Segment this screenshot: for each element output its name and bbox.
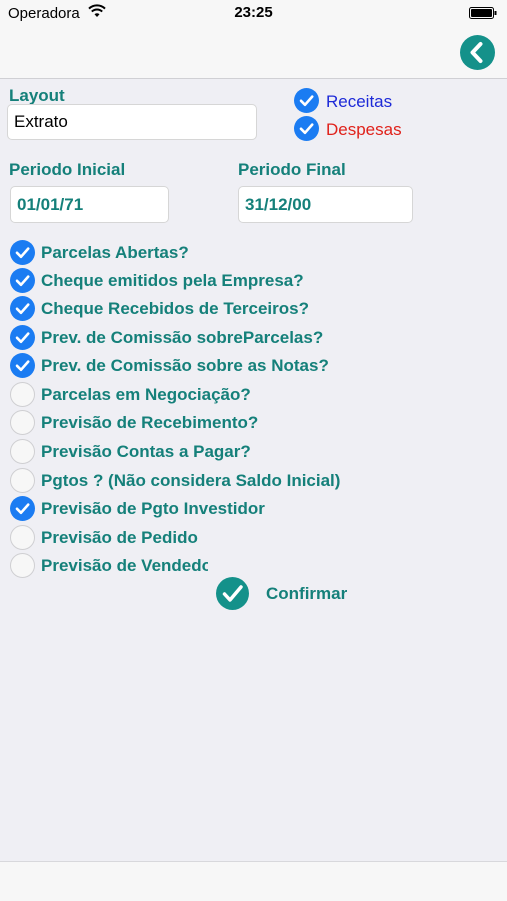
option-checkbox[interactable]: [10, 240, 35, 265]
checkmark-icon: [222, 585, 243, 602]
periodo-inicial-label: Periodo Inicial: [9, 160, 126, 179]
back-button[interactable]: [460, 35, 495, 70]
checkmark-icon: [299, 123, 314, 135]
chevron-left-icon: [470, 42, 483, 63]
checkmark-icon: [15, 247, 30, 259]
despesas-label: Despesas: [326, 120, 402, 139]
confirm-button[interactable]: Confirmar: [216, 577, 376, 610]
layout-field[interactable]: Extrato: [7, 104, 257, 140]
checkmark-icon: [15, 303, 30, 315]
layout-label: Layout: [9, 86, 65, 105]
checkmark-icon: [15, 332, 30, 344]
status-bar: Operadora 23:25: [0, 0, 507, 26]
option-label: Previsão de Vendedor: [41, 556, 208, 575]
option-label: Previsão de Pgto Investidor: [41, 499, 265, 518]
checkmark-icon: [15, 360, 30, 372]
option-label: Previsão Contas a Pagar?: [41, 442, 251, 461]
option-checkbox[interactable]: [10, 296, 35, 321]
option-checkbox[interactable]: [10, 525, 35, 550]
option-label: Cheque emitidos pela Empresa?: [41, 271, 304, 290]
option-label: Previsão de Recebimento?: [41, 413, 259, 432]
option-label: Cheque Recebidos de Terceiros?: [41, 299, 309, 318]
option-checkbox[interactable]: [10, 325, 35, 350]
checkmark-icon: [15, 275, 30, 287]
checkmark-icon: [299, 95, 314, 107]
confirm-label: Confirmar: [266, 584, 348, 603]
option-label: Prev. de Comissão sobre as Notas?: [41, 356, 329, 375]
periodo-inicial-field[interactable]: 01/01/71: [10, 186, 169, 223]
checkmark-icon: [15, 503, 30, 515]
periodo-final-label: Periodo Final: [238, 160, 346, 179]
option-label: Prev. de Comissão sobreParcelas?: [41, 328, 324, 347]
navigation-bar: [0, 26, 507, 79]
option-checkbox[interactable]: [10, 439, 35, 464]
option-checkbox[interactable]: [10, 382, 35, 407]
option-label: Pgtos ? (Não considera Saldo Inicial): [41, 471, 341, 490]
periodo-final-field[interactable]: 31/12/00: [238, 186, 413, 223]
option-label: Parcelas Abertas?: [41, 243, 189, 262]
despesas-checkbox[interactable]: [294, 116, 319, 141]
bottom-toolbar: [0, 861, 507, 901]
option-checkbox[interactable]: [10, 553, 35, 578]
status-time: 23:25: [234, 4, 273, 21]
option-label: Previsão de Pedido: [41, 528, 198, 547]
receitas-label: Receitas: [326, 92, 393, 111]
option-checkbox[interactable]: [10, 268, 35, 293]
confirm-icon: [216, 577, 249, 610]
option-checkbox[interactable]: [10, 353, 35, 378]
option-checkbox[interactable]: [10, 496, 35, 521]
option-checkbox[interactable]: [10, 410, 35, 435]
receitas-checkbox[interactable]: [294, 88, 319, 113]
option-checkbox[interactable]: [10, 468, 35, 493]
option-label: Parcelas em Negociação?: [41, 385, 251, 404]
battery-icon: [469, 7, 497, 19]
